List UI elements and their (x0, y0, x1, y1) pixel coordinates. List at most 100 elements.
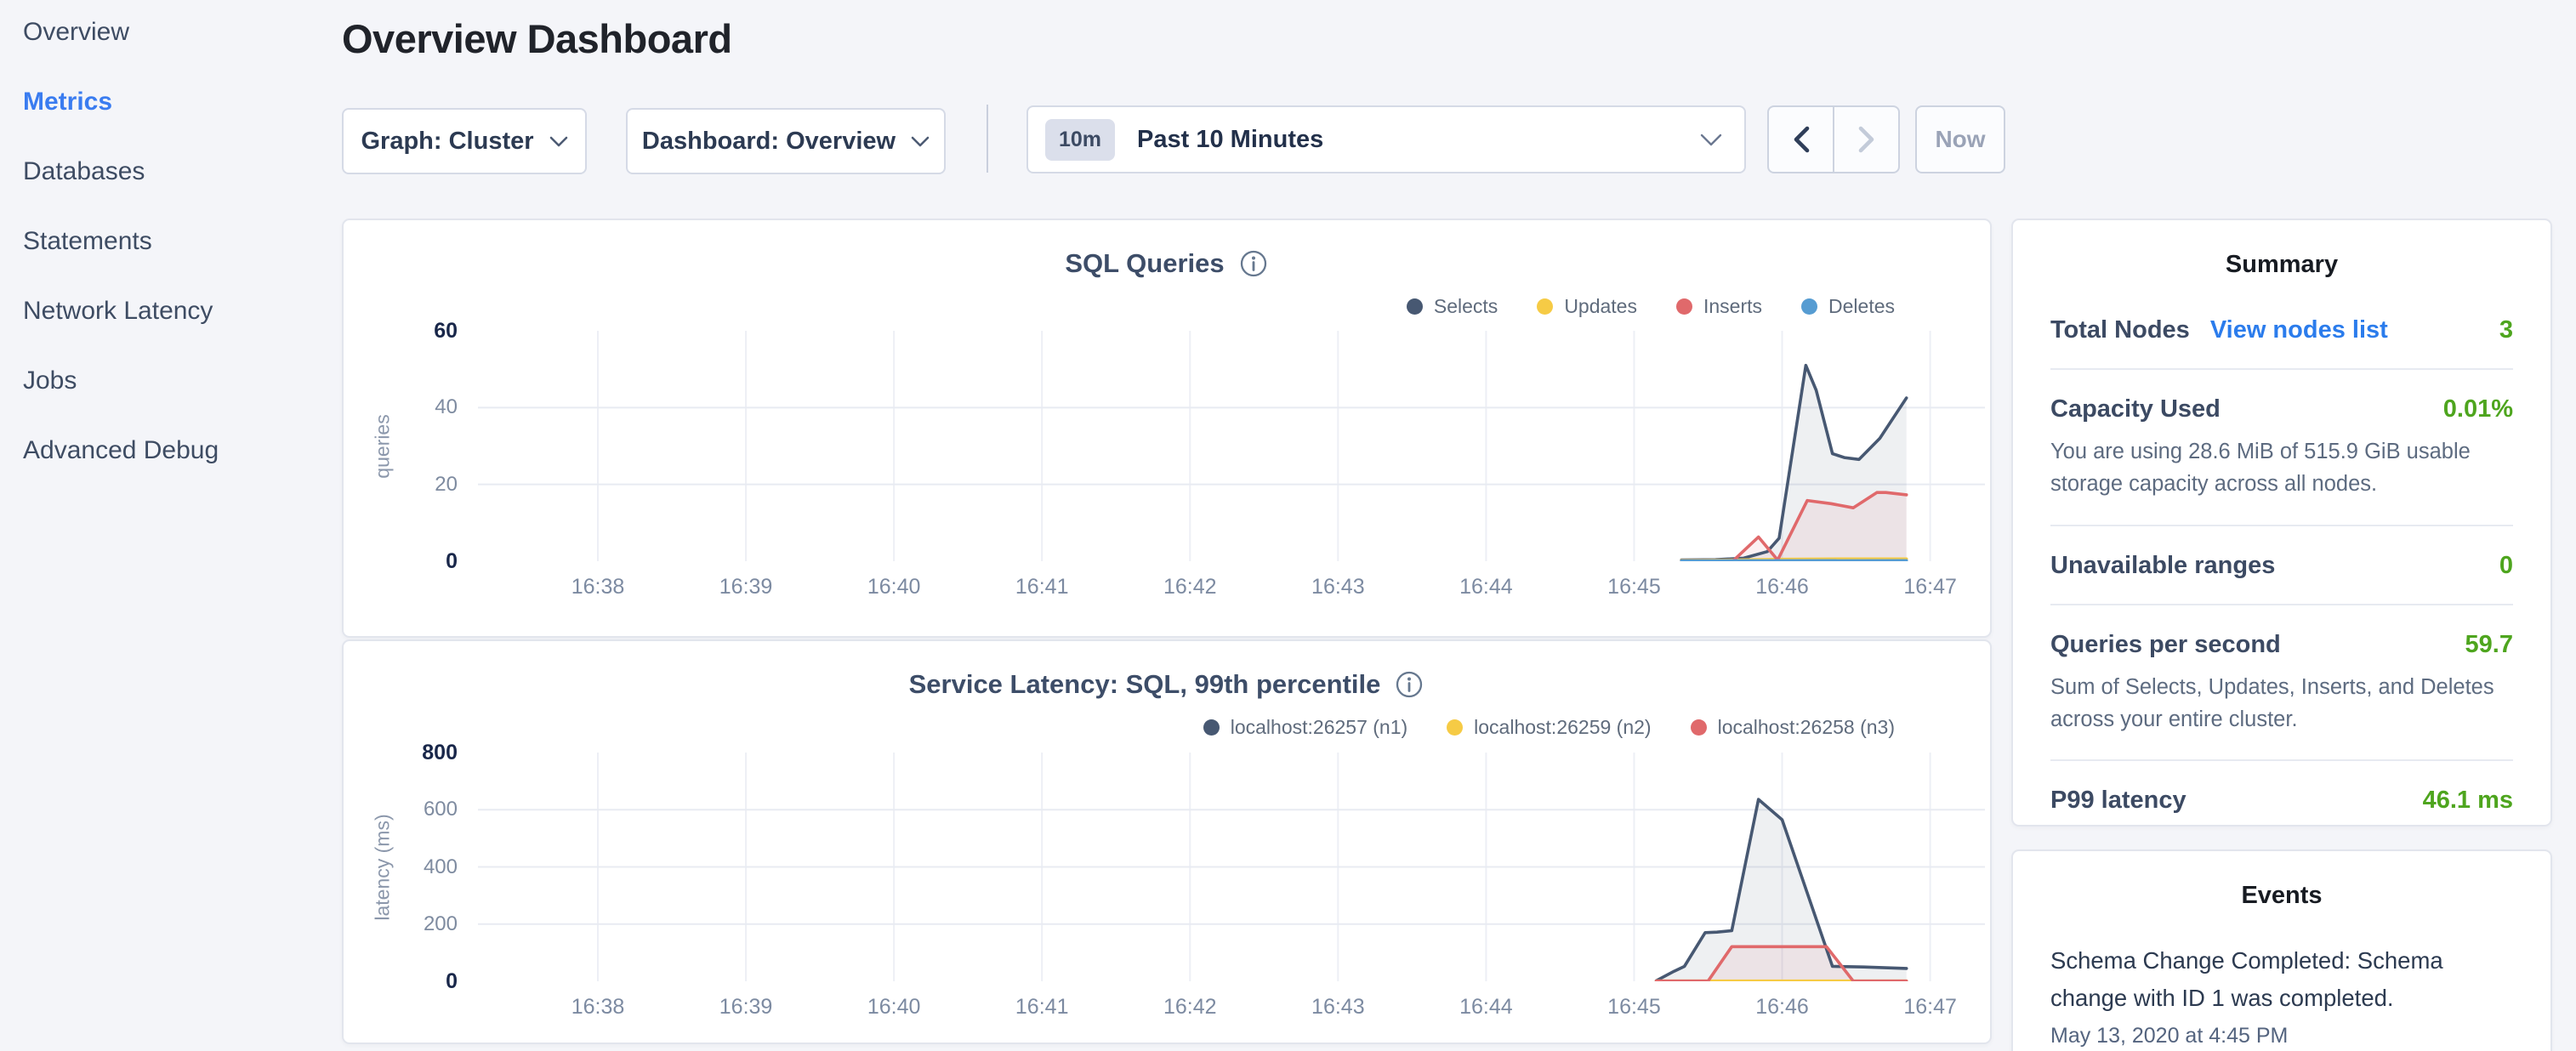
x-axis-tick-label: 16:44 (1426, 575, 1545, 599)
sidebar: Overview Metrics Databases Statements Networ… (23, 17, 329, 505)
legend-dot-icon (1691, 719, 1707, 736)
legend-dot-icon (1203, 719, 1220, 736)
chevron-left-icon (1790, 125, 1812, 154)
summary-row-description: You are using 28.6 MiB of 515.9 GiB usab… (2050, 435, 2513, 501)
legend-dot-icon (1676, 298, 1692, 315)
legend-label: Deletes (1828, 295, 1895, 318)
x-axis-tick-label: 16:45 (1574, 995, 1693, 1020)
legend-label: localhost:26258 (n3) (1718, 716, 1895, 739)
y-axis-tick-label: 600 (344, 797, 458, 822)
x-axis-tick-label: 16:44 (1426, 995, 1545, 1020)
legend-dot-icon (1447, 719, 1463, 736)
y-axis-tick-label: 800 (344, 740, 458, 765)
event-item[interactable]: Schema Change Completed: Schema change w… (2013, 910, 2550, 1048)
info-icon[interactable] (1394, 669, 1424, 700)
time-step-forward-button[interactable] (1834, 107, 1898, 172)
x-axis-tick-label: 16:46 (1723, 575, 1842, 599)
chart-svg (478, 331, 1985, 561)
x-axis-tick-label: 16:40 (834, 575, 953, 599)
summary-row-value: 46.1 ms (2423, 787, 2513, 815)
x-axis-tick-label: 16:46 (1723, 995, 1842, 1020)
x-axis-tick-label: 16:38 (538, 575, 657, 599)
sidebar-item-statements[interactable]: Statements (23, 226, 329, 257)
legend-item: localhost:26259 (n2) (1447, 716, 1651, 739)
view-nodes-list-link[interactable]: View nodes list (2210, 316, 2388, 344)
time-range-badge: 10m (1045, 119, 1115, 161)
legend-label: Selects (1434, 295, 1498, 318)
summary-row-value: 0.01% (2443, 395, 2513, 423)
now-button-label: Now (1935, 126, 1985, 153)
sidebar-item-network-latency[interactable]: Network Latency (23, 296, 329, 327)
events-title: Events (2013, 851, 2550, 910)
x-axis-tick-label: 16:42 (1130, 995, 1249, 1020)
y-axis-tick-label: 20 (344, 472, 458, 497)
legend-item: Selects (1407, 295, 1498, 318)
sidebar-item-overview[interactable]: Overview (23, 17, 329, 48)
x-axis-tick-label: 16:47 (1871, 575, 1990, 599)
y-axis-title: queries (372, 414, 395, 478)
summary-row-queries-per-second: Queries per second 59.7 Sum of Selects, … (2050, 605, 2513, 762)
x-axis-tick-label: 16:45 (1574, 575, 1693, 599)
x-axis-tick-label: 16:39 (686, 995, 805, 1020)
summary-row-description: Sum of Selects, Updates, Inserts, and De… (2050, 671, 2513, 736)
event-timestamp: May 13, 2020 at 4:45 PM (2050, 1024, 2513, 1048)
chevron-right-icon (1856, 125, 1878, 154)
legend-dot-icon (1407, 298, 1423, 315)
summary-panel: Summary Total Nodes View nodes list 3 Ca… (2011, 219, 2552, 827)
x-axis-tick-label: 16:43 (1278, 575, 1397, 599)
legend-item: localhost:26258 (n3) (1691, 716, 1895, 739)
sidebar-item-metrics[interactable]: Metrics (23, 87, 329, 117)
chart-svg (478, 753, 1985, 981)
legend-item: localhost:26257 (n1) (1203, 716, 1407, 739)
y-axis-tick-label: 0 (344, 548, 458, 574)
summary-row-total-nodes: Total Nodes View nodes list 3 (2050, 291, 2513, 370)
y-axis-tick-label: 0 (344, 969, 458, 994)
sidebar-item-jobs[interactable]: Jobs (23, 366, 329, 396)
graph-dropdown[interactable]: Graph: Cluster (342, 108, 587, 174)
toolbar-divider (987, 105, 988, 173)
summary-title: Summary (2013, 220, 2550, 279)
x-axis-tick-label: 16:39 (686, 575, 805, 599)
chart-plot-area[interactable] (478, 331, 1985, 561)
legend-label: Inserts (1703, 295, 1762, 318)
chevron-down-icon (911, 136, 930, 147)
chart-plot-area[interactable] (478, 753, 1985, 981)
sidebar-item-advanced-debug[interactable]: Advanced Debug (23, 435, 329, 466)
time-range-label: Past 10 Minutes (1137, 126, 1323, 154)
dashboard-dropdown-label: Dashboard: Overview (642, 128, 896, 156)
legend-item: Deletes (1801, 295, 1895, 318)
summary-row-value: 59.7 (2465, 631, 2513, 659)
info-icon[interactable] (1238, 248, 1269, 279)
y-axis-tick-label: 200 (344, 912, 458, 937)
legend-label: localhost:26257 (n1) (1231, 716, 1407, 739)
legend-item: Inserts (1676, 295, 1762, 318)
dashboard-dropdown[interactable]: Dashboard: Overview (626, 108, 946, 174)
y-axis-tick-label: 60 (344, 318, 458, 344)
page-title: Overview Dashboard (342, 15, 732, 62)
x-axis-tick-label: 16:41 (982, 995, 1101, 1020)
sidebar-item-databases[interactable]: Databases (23, 156, 329, 187)
chart-card-service-latency: Service Latency: SQL, 99th percentile lo… (342, 639, 1992, 1044)
summary-row-label: Queries per second (2050, 631, 2281, 659)
time-step-buttons (1767, 105, 1900, 173)
x-axis-tick-label: 16:43 (1278, 995, 1397, 1020)
x-axis-tick-label: 16:40 (834, 995, 953, 1020)
summary-row-capacity-used: Capacity Used 0.01% You are using 28.6 M… (2050, 370, 2513, 526)
now-button[interactable]: Now (1915, 105, 2005, 173)
chart-title: SQL Queries (1065, 248, 1224, 279)
legend-label: localhost:26259 (n2) (1474, 716, 1651, 739)
chevron-down-icon (549, 136, 568, 147)
chart-legend: Selects Updates Inserts Deletes (1407, 295, 1895, 318)
y-axis-title: latency (ms) (372, 814, 395, 920)
summary-row-p99-latency: P99 latency 46.1 ms (2050, 761, 2513, 838)
legend-item: Updates (1537, 295, 1637, 318)
chart-card-sql-queries: SQL Queries Selects Updates Inserts Deletes… (342, 219, 1992, 638)
time-step-back-button[interactable] (1769, 107, 1834, 172)
time-range-dropdown[interactable]: 10m Past 10 Minutes (1026, 105, 1746, 173)
legend-dot-icon (1537, 298, 1553, 315)
event-message: Schema Change Completed: Schema change w… (2050, 942, 2513, 1017)
summary-row-label: P99 latency (2050, 787, 2186, 815)
y-axis-tick-label: 400 (344, 855, 458, 880)
x-axis-tick-label: 16:47 (1871, 995, 1990, 1020)
chart-legend: localhost:26257 (n1) localhost:26259 (n2)… (1203, 716, 1895, 739)
